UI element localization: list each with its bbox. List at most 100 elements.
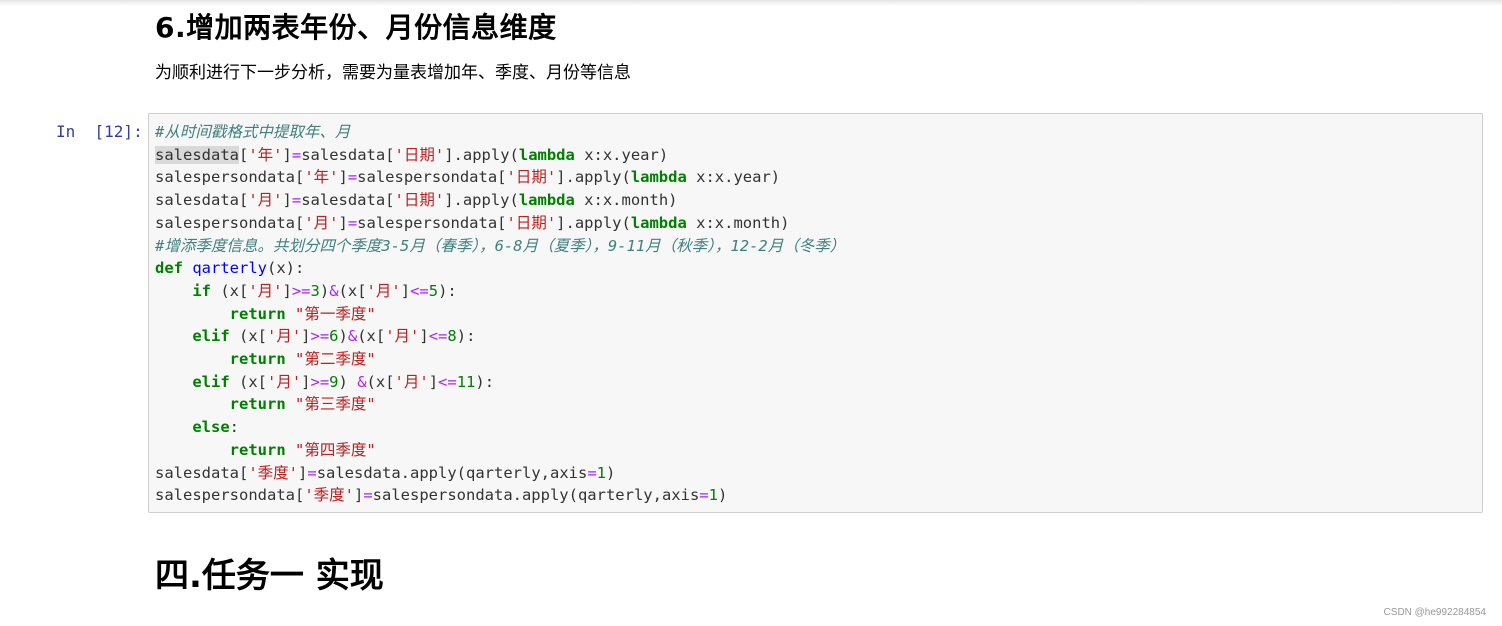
code-token: ].apply( (444, 191, 519, 210)
code-token: (x[ (229, 327, 267, 346)
code-token: ): (438, 281, 457, 300)
code-token: '月' (248, 281, 283, 300)
code-token: lambda (630, 168, 687, 187)
code-token: ] (282, 281, 292, 300)
code-token: "第一季度" (295, 304, 376, 323)
code-token: "第三季度" (295, 395, 376, 414)
code-token: ] (428, 372, 439, 391)
code-token: ].apply( (556, 213, 631, 232)
code-token: 11 (456, 372, 476, 391)
code-token: lambda (518, 191, 575, 210)
code-token: >= (291, 281, 311, 300)
code-token: ] (353, 486, 364, 505)
code-token: def (155, 259, 183, 278)
code-token: ] (419, 327, 429, 346)
code-token: salesdata (155, 145, 239, 164)
code-token: = (307, 463, 317, 482)
code-token: <= (438, 372, 457, 391)
code-token: salespersondata[ (357, 213, 507, 232)
code-line: return "第四季度" (155, 439, 845, 462)
code-line: elif (x['月']>=6)&(x['月']<=8): (155, 325, 845, 348)
section-heading: 6.增加两表年份、月份信息维度 (155, 11, 557, 44)
code-token: ) (319, 281, 330, 300)
code-line: salespersondata['季度']=salespersondata.ap… (155, 484, 845, 507)
code-token: '年' (248, 145, 283, 164)
code-line: if (x['月']>=3)&(x['月']<=5): (155, 280, 845, 303)
code-token: <= (410, 281, 429, 300)
code-token: ] (282, 145, 292, 164)
code-token: salespersondata[ (155, 486, 305, 505)
code-token: '月' (385, 327, 420, 346)
code-token: lambda (630, 213, 687, 232)
code-token: if (192, 281, 211, 300)
code-token: = (291, 145, 302, 164)
code-token: ] (338, 213, 348, 232)
code-token: '月' (266, 372, 302, 391)
code-editor[interactable]: #从时间戳格式中提取年、月 salesdata['年']=salesdata['日… (155, 121, 845, 507)
code-token: '日期' (506, 213, 557, 232)
code-token: '月' (366, 281, 401, 300)
code-cell-input[interactable]: #从时间戳格式中提取年、月 salesdata['年']=salesdata['日… (148, 113, 1483, 513)
code-token: '月' (394, 372, 429, 391)
code-token: 3 (310, 281, 320, 300)
code-token: = (587, 463, 597, 482)
code-token: '月' (266, 327, 302, 346)
code-token: "第二季度" (295, 350, 376, 369)
code-token: & (329, 281, 339, 300)
code-line: def qarterly(x): (155, 257, 845, 280)
code-token: x:x.month) (686, 213, 790, 232)
code-token: ) (717, 486, 728, 505)
code-token: return (229, 395, 286, 414)
code-token: salesdata[ (301, 191, 395, 210)
code-token: ] (301, 327, 311, 346)
code-token: 6 (329, 327, 339, 346)
code-token: <= (428, 327, 448, 346)
code-token: elif (192, 327, 230, 346)
code-token: '月' (248, 191, 283, 210)
code-token: ] (298, 463, 308, 482)
code-line: salesdata['月']=salesdata['日期'].apply(lam… (155, 189, 845, 212)
code-token: >= (310, 372, 330, 391)
code-token: = (291, 191, 302, 210)
code-line: return "第二季度" (155, 348, 845, 371)
code-token: (x[ (366, 372, 395, 391)
code-token: >= (310, 327, 330, 346)
code-line: elif (x['月']>=9) &(x['月']<=11): (155, 371, 845, 394)
code-token: [ (239, 145, 249, 164)
code-token: 1 (596, 463, 606, 482)
code-token: & (347, 327, 358, 346)
code-line: else: (155, 416, 845, 439)
code-line: salespersondata['年']=salespersondata['日期… (155, 166, 845, 189)
code-token: ): (475, 372, 495, 391)
code-token: (x[ (229, 372, 267, 391)
code-token: qarterly (192, 259, 267, 278)
code-token: (x): (267, 259, 305, 278)
code-token: salesdata[ (155, 463, 249, 482)
section-description: 为顺利进行下一步分析，需要为量表增加年、季度、月份等信息 (155, 63, 631, 83)
code-token: x:x.year) (686, 168, 781, 187)
code-token: : (229, 418, 239, 437)
code-token: salespersondata[ (155, 168, 305, 187)
code-token: salesdata[ (301, 145, 395, 164)
code-line: #从时间戳格式中提取年、月 (155, 121, 845, 144)
code-token: 5 (428, 281, 439, 300)
code-line: salesdata['季度']=salesdata.apply(qarterly… (155, 462, 845, 485)
code-token: ].apply( (556, 168, 631, 187)
code-token: salesdata.apply(qarterly,axis (316, 463, 588, 482)
code-token: ] (282, 191, 292, 210)
code-token: elif (192, 372, 230, 391)
code-token: 8 (447, 327, 457, 346)
next-section-heading: 四.任务一 实现 (155, 556, 384, 596)
code-token: return (229, 440, 286, 459)
code-token: (x[ (338, 281, 367, 300)
code-token: '日期' (394, 191, 445, 210)
code-token: '日期' (394, 145, 445, 164)
